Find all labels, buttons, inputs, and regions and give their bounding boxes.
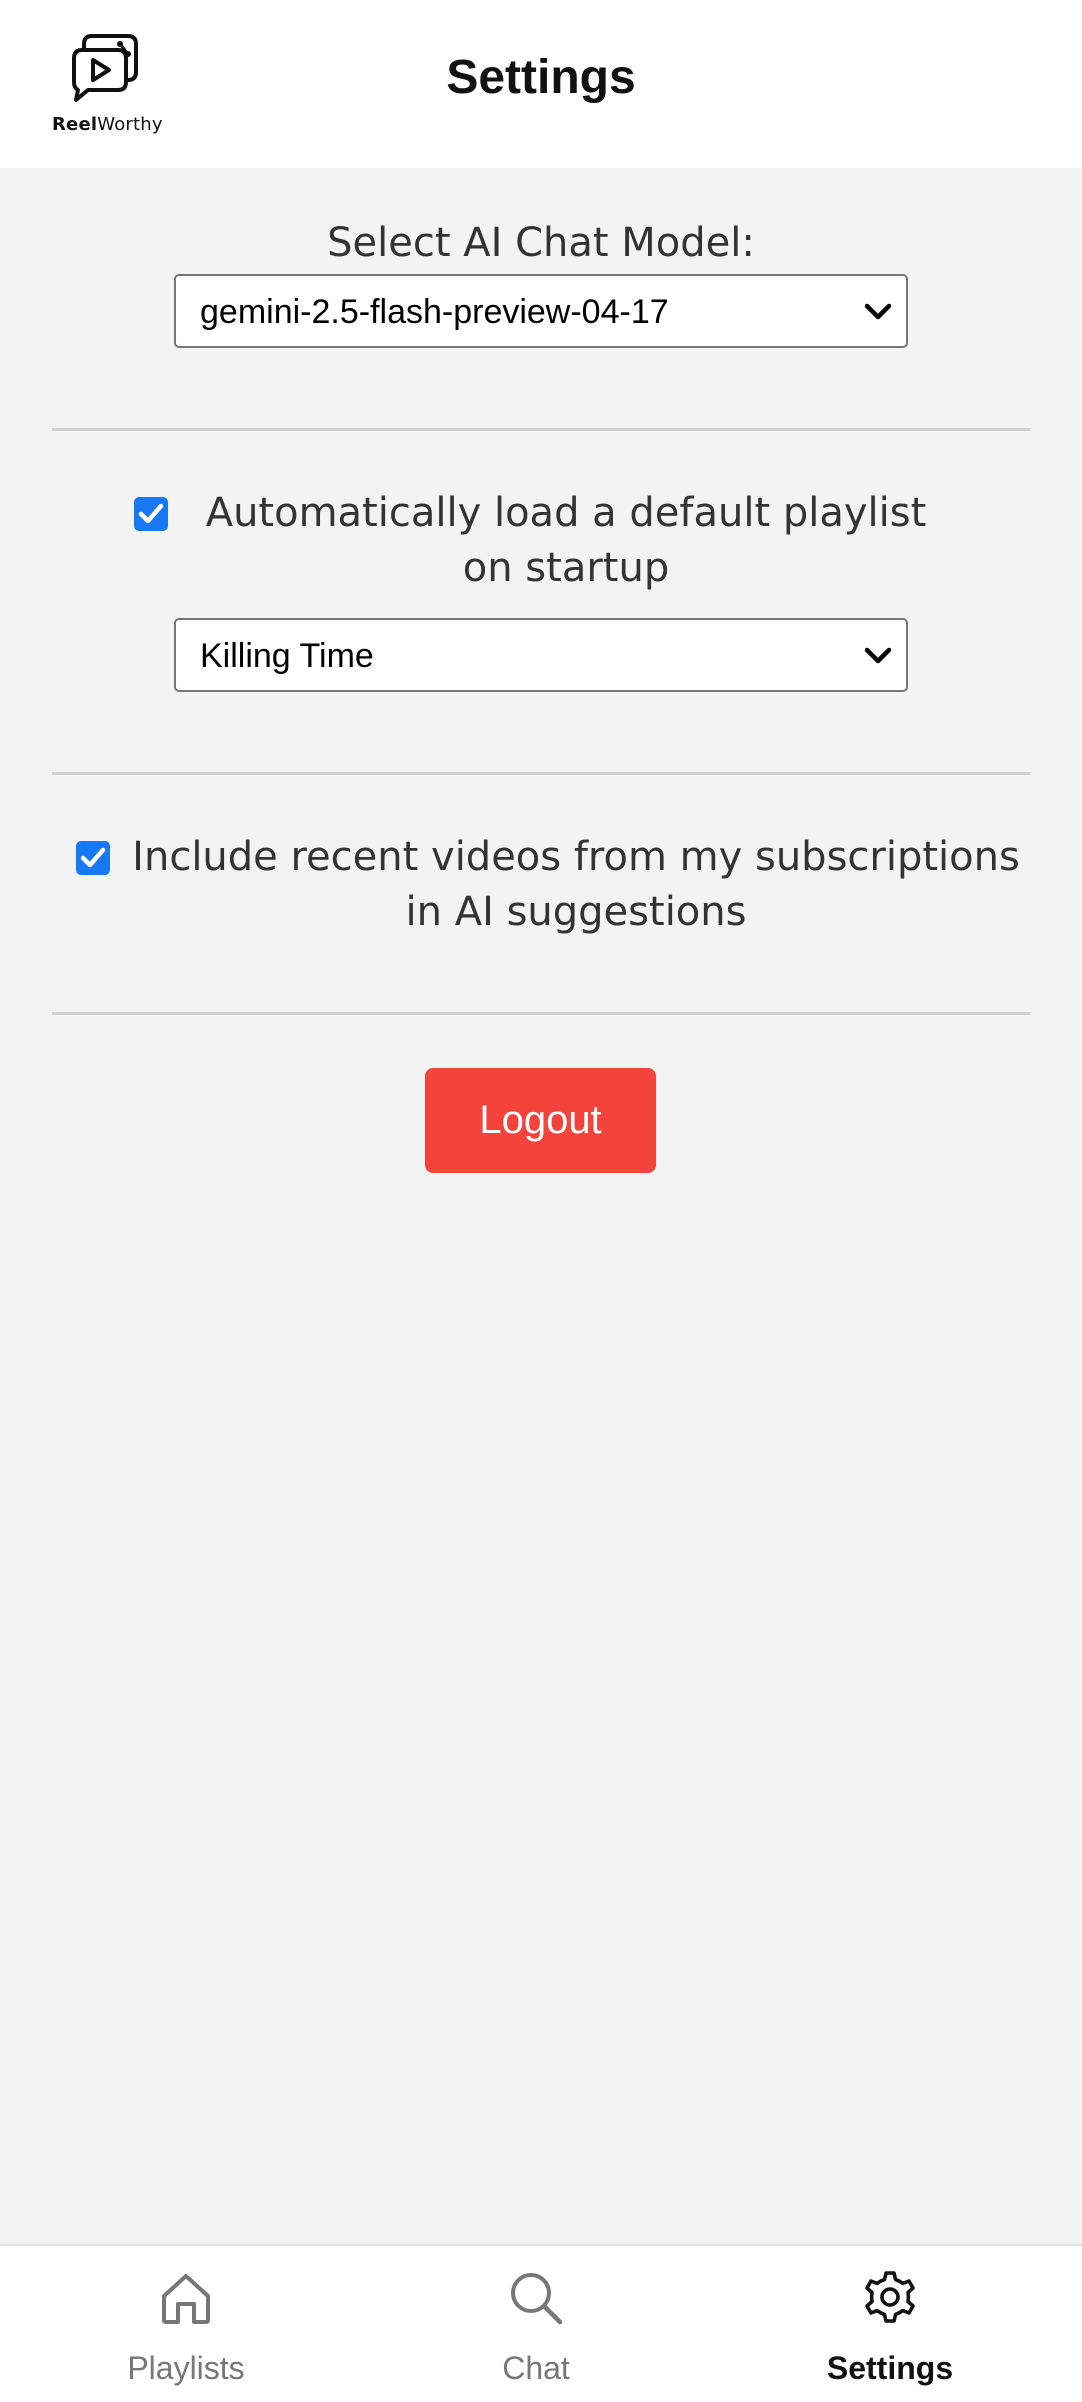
page-title: Settings [446, 51, 636, 104]
subscriptions-label[interactable]: Include recent videos from my subscripti… [0, 830, 1082, 940]
model-select-label: Select AI Chat Model: [327, 220, 755, 266]
search-icon [511, 2273, 563, 2325]
section-divider [52, 428, 1030, 431]
gear-icon [865, 2271, 915, 2323]
model-select-value: gemini-2.5-flash-preview-04-17 [200, 293, 669, 331]
model-select[interactable]: gemini-2.5-flash-preview-04-17 [174, 274, 908, 348]
playlist-select[interactable]: Killing Time [174, 618, 908, 692]
autoload-label[interactable]: Automatically load a default playlist on… [0, 486, 1082, 596]
playlist-select-value: Killing Time [200, 637, 374, 675]
section-divider [52, 1012, 1030, 1015]
chevron-down-icon [864, 303, 892, 320]
logout-button[interactable]: Logout [425, 1068, 656, 1173]
bottom-nav: Playlists Chat Settings [0, 2244, 1082, 2402]
nav-label-playlists: Playlists [127, 2350, 245, 2386]
home-icon [162, 2274, 210, 2324]
nav-label-settings: Settings [826, 2350, 954, 2386]
nav-item-chat[interactable]: Chat [356, 2246, 716, 2402]
nav-item-playlists[interactable]: Playlists [6, 2246, 366, 2402]
logo-wordmark: ReelWorthy [52, 114, 163, 135]
nav-label-chat: Chat [502, 2350, 570, 2386]
app-header: ReelWorthy Settings [0, 0, 1082, 168]
chevron-down-icon [864, 647, 892, 664]
section-divider [52, 772, 1030, 775]
nav-item-settings[interactable]: Settings [710, 2246, 1070, 2402]
